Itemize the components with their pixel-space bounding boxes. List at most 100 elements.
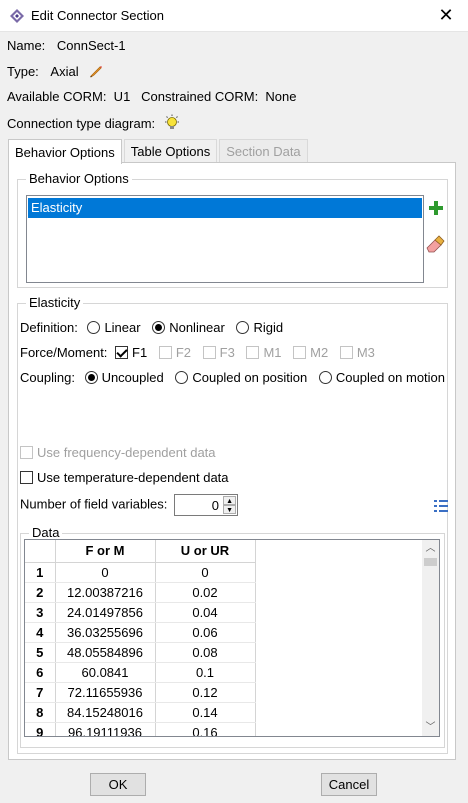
coupling-row: Coupling: Uncoupled Coupled on position …	[20, 370, 445, 385]
diagram-row: Connection type diagram:	[7, 114, 181, 132]
elasticity-title: Elasticity	[26, 295, 84, 310]
scroll-thumb[interactable]	[424, 558, 437, 566]
pencil-icon[interactable]	[88, 63, 104, 79]
window-title: Edit Connector Section	[31, 8, 164, 23]
table-header-row: F or M U or UR	[25, 540, 256, 563]
row-number: 4	[25, 622, 56, 643]
coupling-position[interactable]: Coupled on position	[175, 370, 307, 385]
definition-label: Definition:	[20, 320, 78, 335]
table-cell[interactable]: 0.14	[155, 702, 256, 723]
definition-nonlinear[interactable]: Nonlinear	[152, 320, 225, 335]
cancel-button[interactable]: Cancel	[321, 773, 377, 796]
table-row: 5 48.05584896 0.08	[25, 642, 256, 663]
force-f1[interactable]: F1	[115, 345, 147, 360]
type-row: Type: Axial	[7, 63, 104, 79]
table-cell[interactable]: 0	[155, 562, 256, 583]
tab-behavior-options[interactable]: Behavior Options	[8, 139, 122, 164]
table-cell[interactable]: 36.03255696	[55, 622, 156, 643]
force-f3: F3	[202, 345, 235, 360]
field-variables-value: 0	[211, 498, 220, 513]
field-variables-stepper[interactable]: 0 ▲ ▼	[174, 494, 239, 516]
motion-radio[interactable]	[318, 371, 332, 384]
column-header-u-or-ur[interactable]: U or UR	[155, 540, 256, 563]
stepper-up-icon[interactable]: ▲	[223, 496, 237, 505]
coupling-motion[interactable]: Coupled on motion	[318, 370, 446, 385]
data-table[interactable]: F or M U or UR 100 2 12.00387216 0.02 3 24.…	[24, 539, 440, 737]
table-cell[interactable]: 60.0841	[55, 662, 156, 683]
tab-table-options[interactable]: Table Options	[123, 139, 218, 163]
table-row: 3 24.01497856 0.04	[25, 602, 256, 623]
table-scrollbar[interactable]: ︿ ﹀	[422, 540, 439, 736]
table-cell[interactable]: 72.11655936	[55, 682, 156, 703]
eraser-icon[interactable]	[425, 235, 445, 253]
table-cell[interactable]: 48.05584896	[55, 642, 156, 663]
rigid-label: Rigid	[253, 320, 284, 335]
stepper-down-icon[interactable]: ▼	[223, 505, 237, 514]
type-label: Type:	[7, 64, 39, 79]
ok-button[interactable]: OK	[90, 773, 146, 796]
motion-label: Coupled on motion	[335, 370, 446, 385]
row-number: 3	[25, 602, 56, 623]
column-header-f-or-m[interactable]: F or M	[55, 540, 156, 563]
row-number: 8	[25, 702, 56, 723]
behavior-options-title: Behavior Options	[26, 171, 132, 186]
table-cell[interactable]: 12.00387216	[55, 582, 156, 603]
behavior-list[interactable]: Elasticity	[26, 195, 424, 283]
table-row: 7 72.11655936 0.12	[25, 682, 256, 703]
elasticity-group: Elasticity Definition: Linear Nonlinear …	[17, 295, 449, 754]
table-row: 9 96.19111936 0.16	[25, 722, 256, 736]
table-cell[interactable]: 84.15248016	[55, 702, 156, 723]
temperature-row[interactable]: Use temperature-dependent data	[20, 470, 229, 485]
coupling-label: Coupling:	[20, 370, 75, 385]
table-cell[interactable]: 0.08	[155, 642, 256, 663]
row-number: 2	[25, 582, 56, 603]
name-value: ConnSect-1	[56, 38, 126, 53]
definition-linear[interactable]: Linear	[87, 320, 141, 335]
m2-label: M2	[310, 345, 329, 360]
app-icon	[10, 9, 24, 23]
definition-rigid[interactable]: Rigid	[236, 320, 283, 335]
f1-checkbox[interactable]	[115, 346, 129, 359]
force-m3: M3	[339, 345, 375, 360]
m2-checkbox	[293, 346, 307, 359]
m1-label: M1	[263, 345, 282, 360]
coupling-uncoupled[interactable]: Uncoupled	[84, 370, 164, 385]
diagram-label: Connection type diagram:	[7, 116, 156, 131]
scroll-up-icon[interactable]: ︿	[422, 540, 439, 557]
table-cell[interactable]: 0.04	[155, 602, 256, 623]
uncoupled-radio[interactable]	[84, 371, 98, 384]
frequency-checkbox	[20, 446, 33, 459]
row-number-header	[25, 540, 56, 563]
behavior-list-item[interactable]: Elasticity	[28, 198, 422, 218]
row-number: 7	[25, 682, 56, 703]
table-cell[interactable]: 0.12	[155, 682, 256, 703]
table-cell[interactable]: 0.06	[155, 622, 256, 643]
position-radio[interactable]	[175, 371, 189, 384]
close-icon[interactable]: ✕	[436, 5, 456, 26]
rigid-radio[interactable]	[236, 321, 250, 334]
nonlinear-radio[interactable]	[152, 321, 166, 334]
row-number: 5	[25, 642, 56, 663]
f3-label: F3	[219, 345, 235, 360]
table-cell[interactable]: 0.1	[155, 662, 256, 683]
table-row: 6 60.0841 0.1	[25, 662, 256, 683]
f3-checkbox	[202, 346, 216, 359]
lightbulb-icon[interactable]	[163, 114, 181, 132]
force-f2: F2	[158, 345, 191, 360]
data-grid: F or M U or UR 100 2 12.00387216 0.02 3 24.…	[25, 540, 256, 736]
tab-panel: Behavior Options Elasticity Elasticity D…	[8, 162, 456, 760]
temperature-checkbox[interactable]	[20, 471, 33, 484]
table-cell[interactable]: 0.02	[155, 582, 256, 603]
add-icon[interactable]	[428, 200, 444, 216]
scroll-down-icon[interactable]: ﹀	[422, 719, 439, 736]
table-options-icon[interactable]	[433, 499, 449, 513]
table-cell[interactable]: 96.19111936	[55, 722, 156, 736]
table-cell[interactable]: 24.01497856	[55, 602, 156, 623]
table-cell[interactable]: 0	[55, 562, 156, 583]
row-number: 6	[25, 662, 56, 683]
nonlinear-label: Nonlinear	[169, 320, 225, 335]
linear-radio[interactable]	[87, 321, 101, 334]
table-cell[interactable]: 0.16	[155, 722, 256, 736]
data-title: Data	[29, 525, 63, 540]
corm-text: Available CORM: U1 Constrained CORM: Non…	[7, 89, 297, 104]
